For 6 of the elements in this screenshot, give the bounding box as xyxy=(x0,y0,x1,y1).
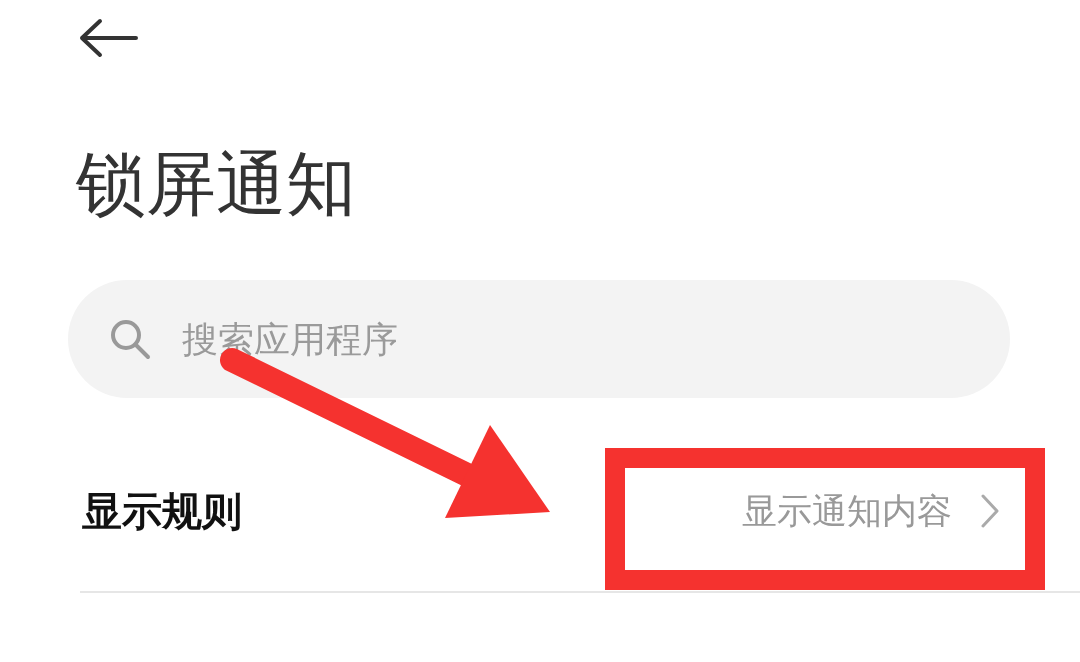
page-title: 锁屏通知 xyxy=(76,144,356,224)
search-icon xyxy=(108,317,152,361)
chevron-icon xyxy=(980,493,1000,529)
back-icon[interactable] xyxy=(78,18,138,58)
setting-value[interactable]: 显示通知内容 xyxy=(742,487,952,535)
setting-label: 显示规则 xyxy=(82,486,242,536)
